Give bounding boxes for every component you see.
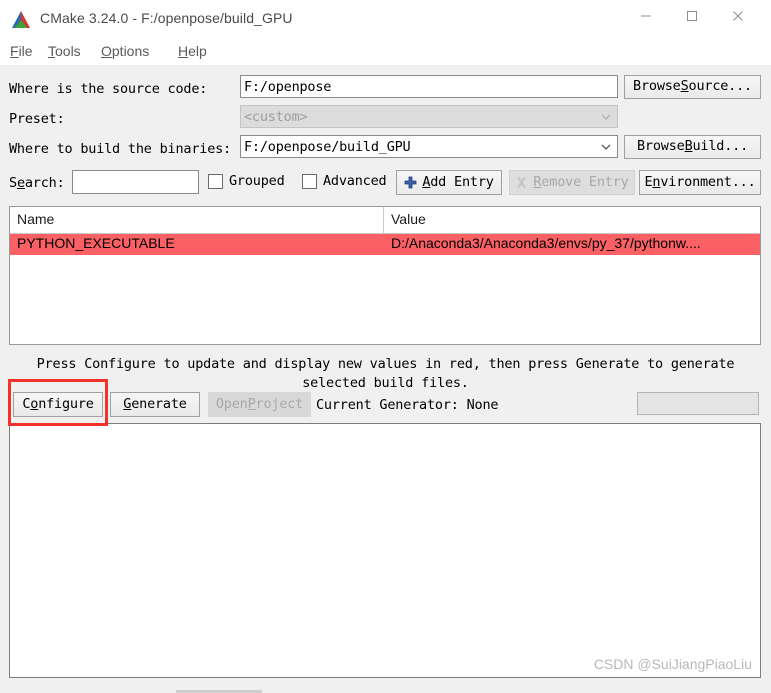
build-path-label: Where to build the binaries: xyxy=(9,141,231,157)
browse-build-label-post: uild... xyxy=(692,138,749,155)
source-path-label: Where is the source code: xyxy=(9,81,208,97)
configure-mnemonic: o xyxy=(30,395,39,412)
output-log[interactable]: CSDN @SuiJiangPiaoLiu xyxy=(9,423,761,678)
open-project-label-post: roject xyxy=(255,395,304,412)
add-entry-mnemonic: A xyxy=(422,173,431,190)
browse-build-label-pre: Browse xyxy=(636,138,685,155)
maximize-icon[interactable] xyxy=(669,0,715,32)
browse-source-mnemonic: S xyxy=(680,78,689,95)
cmake-gui-window: CMake 3.24.0 - F:/openpose/build_GPU Fil… xyxy=(0,0,771,693)
menu-item-help[interactable]: Help xyxy=(178,43,207,59)
remove-x-icon xyxy=(515,176,528,189)
cache-entry-value[interactable]: D:/Anaconda3/Anaconda3/envs/py_37/python… xyxy=(391,235,701,251)
main-panel: Where is the source code: F:/openpose Br… xyxy=(0,66,771,693)
title-bar: CMake 3.24.0 - F:/openpose/build_GPU xyxy=(0,0,771,41)
chevron-down-icon xyxy=(597,107,615,127)
source-path-value: F:/openpose xyxy=(244,79,332,95)
menu-options-mnemonic: O xyxy=(101,43,112,59)
configure-label-post: nfigure xyxy=(38,395,94,412)
cache-variables-table[interactable]: Name Value PYTHON_EXECUTABLE D:/Anaconda… xyxy=(9,206,761,345)
grouped-checkbox-box[interactable] xyxy=(208,173,223,189)
menu-file-mnemonic: F xyxy=(10,43,19,59)
progress-bar xyxy=(637,392,759,415)
browse-source-label-post: ource... xyxy=(688,78,753,95)
advanced-checkbox-label: Advanced xyxy=(323,173,387,189)
search-label: Search: xyxy=(9,175,65,191)
preset-combobox[interactable]: <custom> xyxy=(240,105,618,128)
open-project-mnemonic: P xyxy=(247,395,256,412)
browse-build-mnemonic: B xyxy=(684,138,693,155)
environment-mnemonic: n xyxy=(652,173,661,190)
advanced-checkbox[interactable]: Advanced xyxy=(302,173,387,189)
minimize-icon[interactable] xyxy=(623,0,669,32)
build-path-value: F:/openpose/build_GPU xyxy=(244,139,411,155)
menu-item-tools[interactable]: Tools xyxy=(48,43,81,59)
generate-label-post: enerate xyxy=(131,395,187,412)
chevron-down-icon[interactable] xyxy=(597,137,615,157)
remove-entry-mnemonic: R xyxy=(533,173,542,190)
menu-item-options[interactable]: Options xyxy=(101,43,149,59)
search-label-pre: S xyxy=(9,175,17,191)
column-header-name[interactable]: Name xyxy=(17,211,54,227)
column-divider xyxy=(383,207,384,233)
menu-tools-rest: ools xyxy=(55,43,81,59)
table-row[interactable]: PYTHON_EXECUTABLE D:/Anaconda3/Anaconda3… xyxy=(10,234,760,255)
browse-source-label-pre: Browse xyxy=(633,78,681,95)
remove-entry-label-post: emove Entry xyxy=(541,173,629,190)
hint-line-2: selected build files. xyxy=(302,375,469,391)
advanced-checkbox-box[interactable] xyxy=(302,173,317,189)
hint-line-1: Press Configure to update and display ne… xyxy=(36,356,735,372)
menu-options-rest: ptions xyxy=(111,43,150,59)
environment-button[interactable]: En vironment... xyxy=(639,170,761,195)
menu-tools-mnemonic: T xyxy=(48,43,55,59)
search-input[interactable] xyxy=(72,170,199,194)
menu-file-rest: ile xyxy=(18,43,33,59)
configure-label-pre: C xyxy=(22,395,31,412)
add-entry-label-post: dd Entry xyxy=(430,173,494,190)
browse-build-button[interactable]: Browse Build... xyxy=(624,135,761,159)
environment-label-pre: E xyxy=(644,173,653,190)
menu-bar: File Tools Options Help xyxy=(0,40,771,65)
add-entry-button[interactable]: Add Entry xyxy=(396,170,502,195)
remove-entry-button: Remove Entry xyxy=(509,170,635,195)
window-bottom-edge xyxy=(0,688,771,693)
cache-entry-name: PYTHON_EXECUTABLE xyxy=(17,235,175,251)
preset-label: Preset: xyxy=(9,111,65,127)
menu-help-mnemonic: H xyxy=(178,43,189,59)
menu-help-rest: elp xyxy=(188,43,207,59)
open-project-label-pre: Open xyxy=(215,395,248,412)
preset-value: <custom> xyxy=(244,109,308,125)
cmake-logo-icon xyxy=(10,9,32,31)
generate-mnemonic: G xyxy=(123,395,132,412)
open-project-button: Open Project xyxy=(208,392,311,417)
menu-item-file[interactable]: File xyxy=(10,43,33,59)
current-generator-label: Current Generator: None xyxy=(316,397,499,413)
grouped-checkbox-label: Grouped xyxy=(229,173,285,189)
environment-label-post: vironment... xyxy=(660,173,756,190)
column-header-value[interactable]: Value xyxy=(391,211,426,227)
search-label-mnemonic: e xyxy=(16,175,25,191)
window-title: CMake 3.24.0 - F:/openpose/build_GPU xyxy=(40,10,293,26)
search-label-post: arch: xyxy=(24,175,65,191)
generate-button[interactable]: Generate xyxy=(110,392,200,417)
close-icon[interactable] xyxy=(715,0,761,32)
configure-button[interactable]: Co nfigure xyxy=(13,392,103,417)
source-path-input[interactable]: F:/openpose xyxy=(240,75,618,98)
build-path-combobox[interactable]: F:/openpose/build_GPU xyxy=(240,135,618,158)
table-header-row: Name Value xyxy=(10,207,760,234)
browse-source-button[interactable]: Browse Source... xyxy=(624,75,761,99)
grouped-checkbox[interactable]: Grouped xyxy=(208,173,285,189)
plus-icon xyxy=(404,176,417,189)
csdn-watermark: CSDN @SuiJiangPiaoLiu xyxy=(593,656,752,672)
